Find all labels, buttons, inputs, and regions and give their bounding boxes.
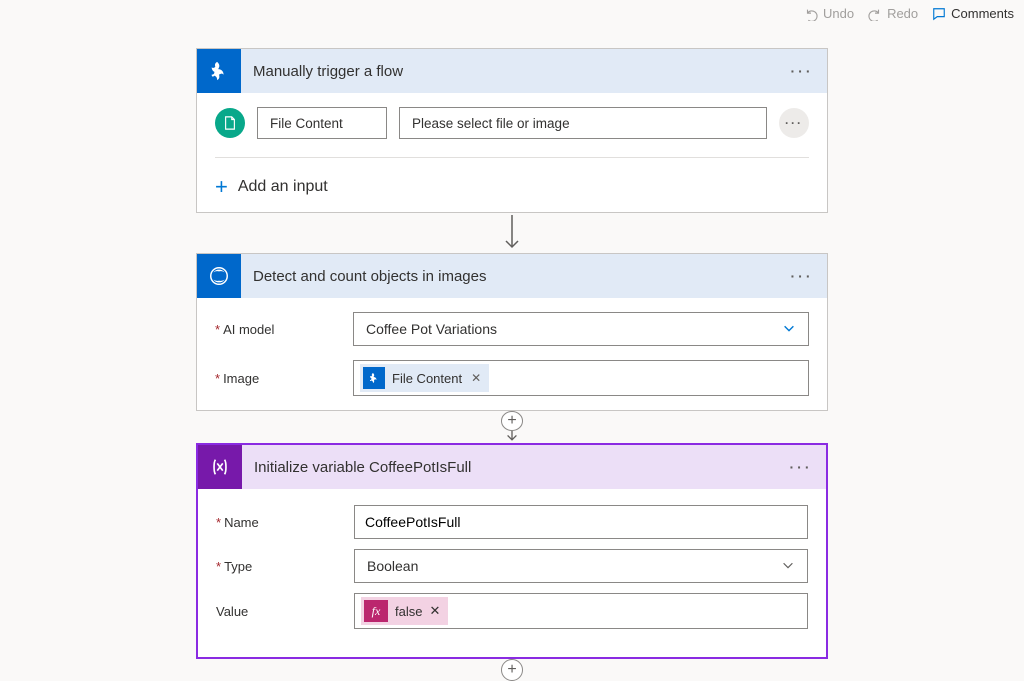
image-field[interactable]: File Content ✕: [353, 360, 809, 396]
redo-label: Redo: [887, 6, 918, 21]
connector: +: [501, 411, 523, 443]
image-label: *Image: [215, 371, 353, 386]
token-trigger-icon: [363, 367, 385, 389]
ai-model-select[interactable]: Coffee Pot Variations: [353, 312, 809, 346]
variable-title: Initialize variable CoffeePotIsFull: [254, 459, 776, 476]
var-name-label: *Name: [216, 515, 354, 530]
variable-menu-button[interactable]: ···: [788, 454, 814, 480]
trigger-icon: [197, 49, 241, 93]
chevron-down-icon: [781, 558, 795, 575]
detect-title: Detect and count objects in images: [253, 268, 777, 285]
comments-label: Comments: [951, 6, 1014, 21]
fx-icon: fx: [364, 600, 388, 622]
divider: [215, 157, 809, 158]
file-row-more-button[interactable]: ···: [779, 108, 809, 138]
chevron-down-icon: [782, 321, 796, 338]
detect-card[interactable]: Detect and count objects in images ··· *…: [196, 253, 828, 411]
variable-icon: [198, 445, 242, 489]
file-type-icon: [215, 108, 245, 138]
detect-menu-button[interactable]: ···: [789, 263, 815, 289]
var-value-field[interactable]: fx false ✕: [354, 593, 808, 629]
add-input-label: Add an input: [238, 178, 328, 196]
file-select-placeholder: Please select file or image: [412, 116, 570, 131]
comment-icon: [932, 7, 946, 21]
token-remove-button[interactable]: ✕: [471, 371, 481, 385]
fx-token-remove-button[interactable]: ✕: [429, 603, 440, 619]
detect-card-header[interactable]: Detect and count objects in images ···: [197, 254, 827, 298]
add-step-button[interactable]: +: [501, 411, 523, 431]
fx-token[interactable]: fx false ✕: [361, 597, 448, 625]
connector-arrow: [502, 213, 522, 253]
var-type-value: Boolean: [367, 558, 418, 574]
var-type-label: *Type: [216, 559, 354, 574]
file-content-input[interactable]: File Content: [257, 107, 387, 139]
redo-icon: [868, 7, 882, 21]
trigger-card[interactable]: Manually trigger a flow ··· File Content…: [196, 48, 828, 213]
file-select-input[interactable]: Please select file or image: [399, 107, 767, 139]
file-content-label: File Content: [270, 116, 343, 131]
var-type-select[interactable]: Boolean: [354, 549, 808, 583]
comments-button[interactable]: Comments: [932, 6, 1014, 21]
undo-label: Undo: [823, 6, 854, 21]
detect-icon: [197, 254, 241, 298]
add-input-button[interactable]: + Add an input: [215, 176, 809, 198]
ai-model-label: *AI model: [215, 322, 353, 337]
trigger-menu-button[interactable]: ···: [789, 58, 815, 84]
var-value-label: Value: [216, 604, 354, 619]
file-content-token[interactable]: File Content ✕: [360, 364, 489, 392]
fx-token-label: false: [395, 604, 422, 619]
trigger-card-header[interactable]: Manually trigger a flow ···: [197, 49, 827, 93]
variable-card[interactable]: Initialize variable CoffeePotIsFull ··· …: [196, 443, 828, 659]
plus-icon: +: [215, 176, 228, 198]
variable-card-header[interactable]: Initialize variable CoffeePotIsFull ···: [198, 445, 826, 489]
redo-button[interactable]: Redo: [868, 6, 918, 21]
trigger-title: Manually trigger a flow: [253, 63, 777, 80]
undo-button[interactable]: Undo: [804, 6, 854, 21]
token-label: File Content: [392, 371, 462, 386]
var-name-input[interactable]: [354, 505, 808, 539]
ai-model-value: Coffee Pot Variations: [366, 321, 497, 337]
undo-icon: [804, 7, 818, 21]
